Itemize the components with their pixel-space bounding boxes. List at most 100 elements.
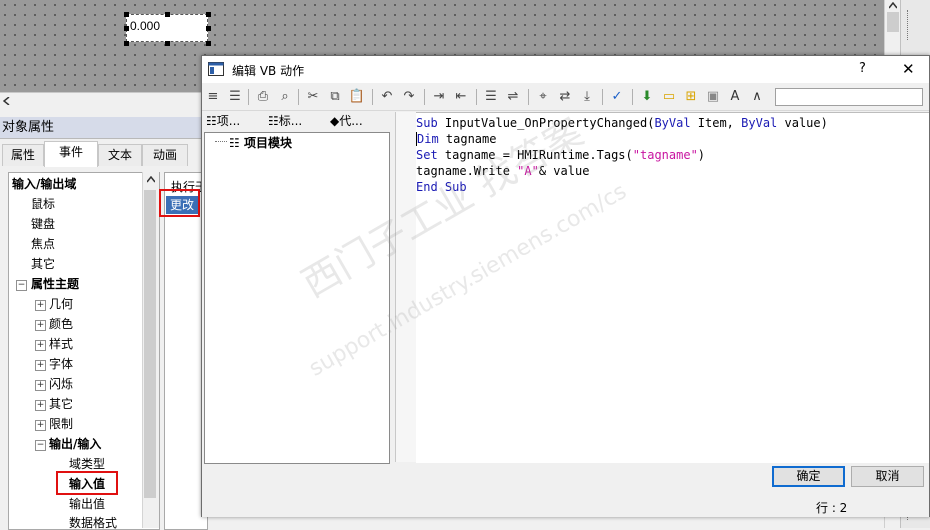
expand-icon[interactable]: + [35, 300, 46, 311]
properties-panel-title: 对象属性 [0, 117, 210, 139]
tree-node-flashing[interactable]: 闪烁 [49, 375, 73, 393]
scroll-up-icon[interactable] [147, 176, 155, 184]
resize-handle[interactable] [206, 41, 211, 46]
tree-node-styles[interactable]: 样式 [49, 335, 73, 353]
resize-handle[interactable] [165, 12, 170, 17]
code-token: Set [416, 148, 438, 162]
tree-node-mouse[interactable]: 鼠标 [31, 195, 55, 213]
copy-icon[interactable]: ⧉ [326, 88, 344, 106]
indent-icon[interactable]: ⇥ [430, 88, 448, 106]
undo-icon[interactable]: ↶ [378, 88, 396, 106]
collapse-icon[interactable]: − [16, 280, 27, 291]
divider [907, 10, 909, 40]
toolbar-separator [424, 89, 425, 105]
tab-projects-label: 项... [216, 114, 241, 128]
folder-icon[interactable]: ▭ [660, 88, 678, 106]
project-icon[interactable]: ▣ [704, 88, 722, 106]
tab-animation[interactable]: 动画 [142, 144, 188, 166]
tab-projects[interactable]: ☷项... [206, 112, 264, 131]
tree-node-output-input[interactable]: 输出/输入 [49, 435, 101, 453]
redo-icon[interactable]: ↷ [400, 88, 418, 106]
editor-gutter [395, 112, 417, 462]
tree-connector [215, 141, 227, 142]
outdent-icon[interactable]: ⇤ [452, 88, 470, 106]
cursor-line-status: 行 : 2 [816, 501, 848, 515]
syntax-check-icon[interactable]: ✓ [608, 88, 626, 106]
menu-icon[interactable]: ≡ [204, 88, 222, 106]
io-field-object[interactable]: 0.000 [126, 14, 208, 42]
expand-icon[interactable]: + [35, 340, 46, 351]
tree-node-font[interactable]: 字体 [49, 355, 73, 373]
scroll-left-icon[interactable] [3, 97, 11, 105]
dialog-title: 编辑 VB 动作 [232, 64, 305, 78]
code-token: ByVal [654, 116, 691, 130]
tab-standard-label: 标... [278, 114, 303, 128]
highlight-box [159, 189, 200, 217]
tree-node-limits[interactable]: 限制 [49, 415, 73, 433]
close-button[interactable]: ✕ [902, 60, 915, 78]
scroll-thumb[interactable] [144, 190, 156, 498]
code-token: ByVal [741, 116, 778, 130]
tree-item-project-module[interactable]: ☷ 项目模块 [229, 134, 292, 151]
resize-handle[interactable] [124, 26, 129, 31]
help-button[interactable]: ? [859, 61, 866, 76]
tree-node-geometry[interactable]: 几何 [49, 295, 73, 313]
cancel-button[interactable]: 取消 [851, 466, 924, 487]
code-line: Sub InputValue_OnPropertyChanged(ByVal I… [416, 115, 828, 131]
expand-icon[interactable]: + [35, 360, 46, 371]
scroll-thumb[interactable] [887, 12, 899, 32]
uncomment-icon[interactable]: ⇌ [504, 88, 522, 106]
highlight-box [56, 471, 118, 495]
code-icon: ◆ [330, 114, 340, 128]
tab-properties[interactable]: 属性 [2, 144, 44, 166]
window-icon [208, 62, 224, 76]
code-token: tagname [438, 132, 497, 146]
tab-code[interactable]: ◆代... [330, 112, 388, 131]
goto-icon[interactable]: ⤓ [578, 88, 596, 106]
resize-handle[interactable] [206, 26, 211, 31]
cut-icon[interactable]: ✂ [304, 88, 322, 106]
resize-handle[interactable] [206, 12, 211, 17]
comment-icon[interactable]: ☰ [482, 88, 500, 106]
tab-standard[interactable]: ☷标... [268, 112, 326, 131]
code-token: Item, [690, 116, 742, 130]
collapse-icon[interactable]: − [35, 440, 46, 451]
tree-node-colors[interactable]: 颜色 [49, 315, 73, 333]
expand-icon[interactable]: + [35, 320, 46, 331]
compass-icon[interactable]: ∧ [748, 88, 766, 106]
import-icon[interactable]: ⬇ [638, 88, 656, 106]
tab-text[interactable]: 文本 [98, 144, 142, 166]
tree-node-property-topics[interactable]: 属性主题 [31, 275, 79, 293]
tree-node-keyboard[interactable]: 键盘 [31, 215, 55, 233]
resize-handle[interactable] [124, 12, 129, 17]
tree-node-output-value[interactable]: 输出值 [69, 495, 105, 513]
expand-icon[interactable]: + [35, 420, 46, 431]
toolbar-separator [248, 89, 249, 105]
find-icon[interactable]: ⌖ [534, 88, 552, 106]
toolbar-separator [298, 89, 299, 105]
tree-node-io-field[interactable]: 输入/输出域 [12, 175, 76, 193]
font-icon[interactable]: A [726, 88, 744, 106]
tree-node-misc[interactable]: 其它 [31, 255, 55, 273]
resize-handle[interactable] [124, 41, 129, 46]
resize-handle[interactable] [165, 41, 170, 46]
expand-icon[interactable]: + [35, 400, 46, 411]
print-preview-icon[interactable]: ⌕ [276, 88, 294, 106]
align-icon[interactable]: ☰ [226, 88, 244, 106]
tree-node-focus[interactable]: 焦点 [31, 235, 55, 253]
module-icon: ☷ [268, 114, 279, 128]
code-token: Dim [416, 132, 439, 146]
scroll-up-icon[interactable] [889, 2, 897, 10]
paste-icon[interactable]: 📋 [348, 88, 366, 106]
toolbar-separator [602, 89, 603, 105]
project-module-label: 项目模块 [243, 136, 292, 150]
print-icon[interactable]: ⎙ [254, 88, 272, 106]
toolbar-separator [476, 89, 477, 105]
module-tree-pane: ☷ 项目模块 [204, 132, 390, 464]
ok-button[interactable]: 确定 [772, 466, 845, 487]
tree-node-misc-2[interactable]: 其它 [49, 395, 73, 413]
new-folder-icon[interactable]: ⊞ [682, 88, 700, 106]
tab-events[interactable]: 事件 [44, 141, 98, 167]
toolbar-search-field[interactable] [775, 88, 923, 106]
expand-icon[interactable]: + [35, 380, 46, 391]
